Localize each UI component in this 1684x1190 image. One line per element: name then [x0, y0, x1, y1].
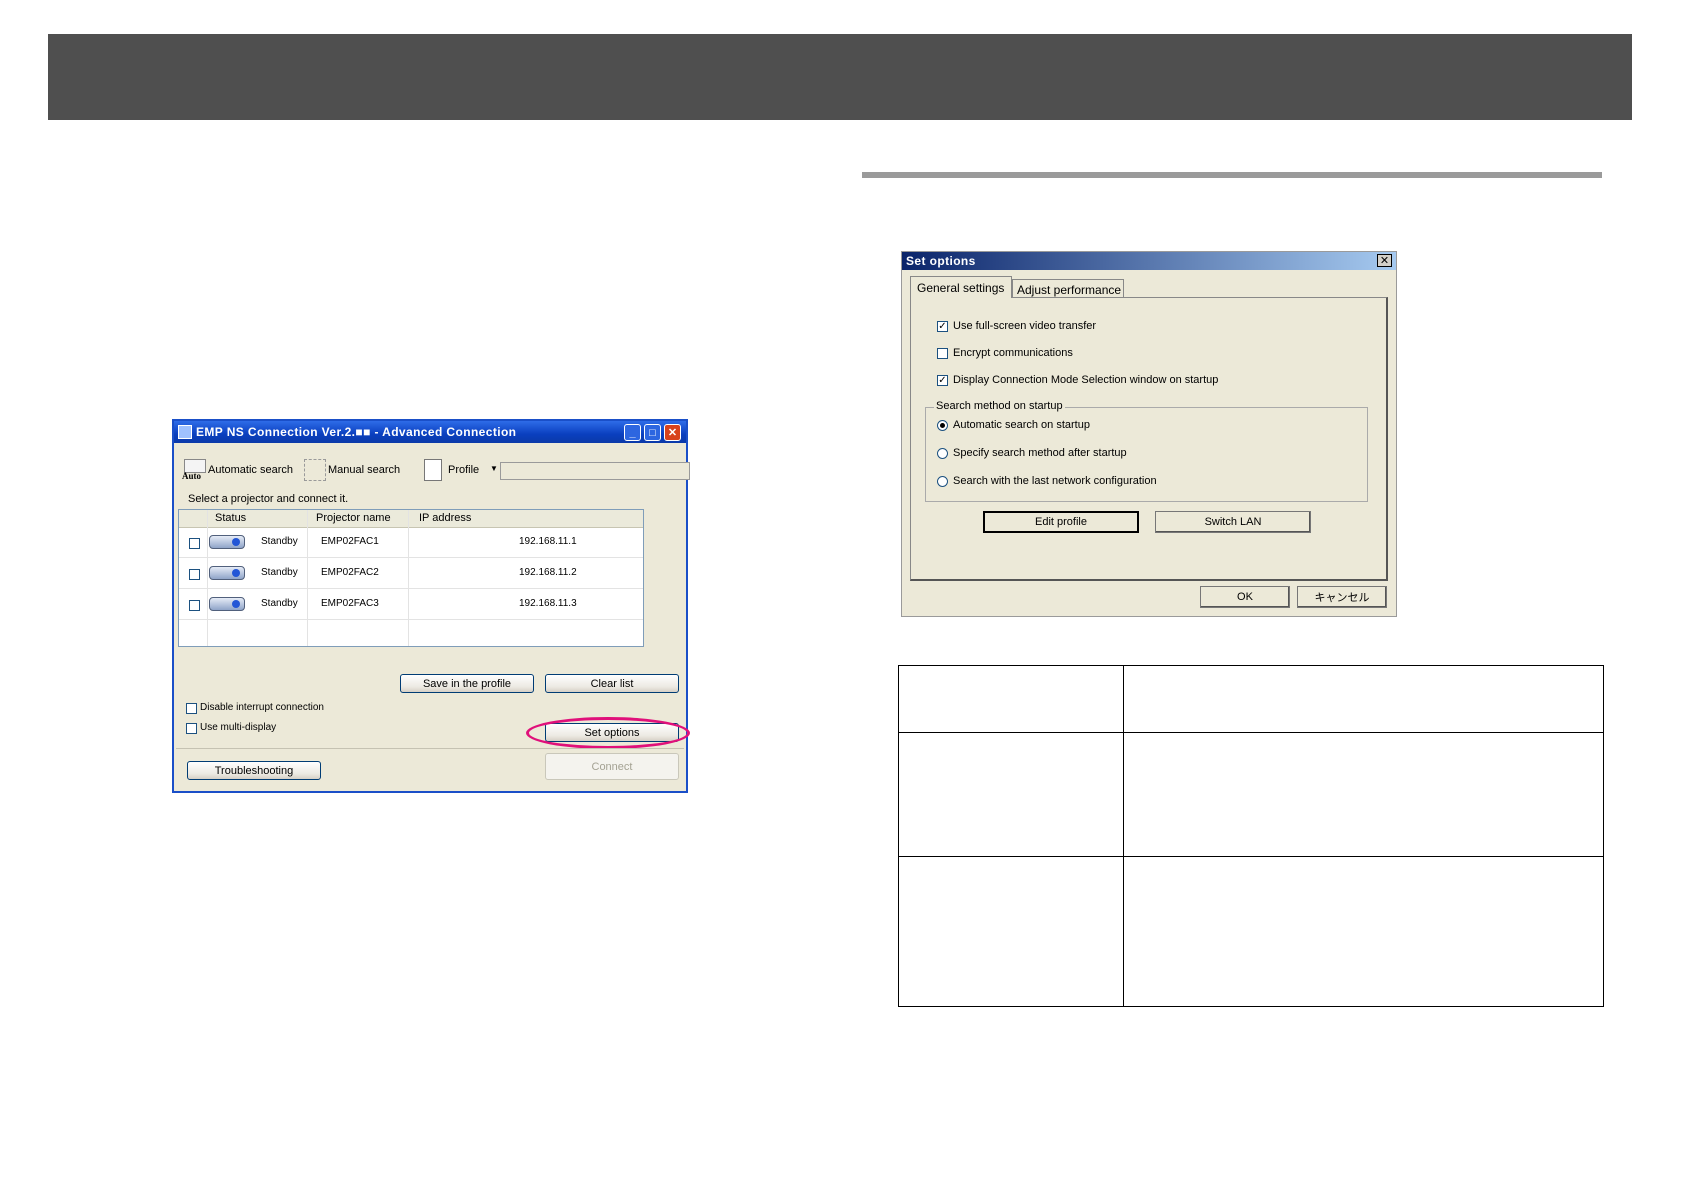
column-projector-name[interactable]: Projector name: [316, 512, 391, 524]
specify-search-radio-label: Specify search method after startup: [953, 447, 1127, 459]
ok-button[interactable]: OK: [1200, 586, 1290, 608]
maximize-button[interactable]: □: [644, 424, 661, 441]
set-options-highlight: [526, 717, 690, 749]
column-ip-address[interactable]: IP address: [419, 512, 471, 524]
table-cell: [1123, 665, 1604, 733]
full-screen-video-label: Use full-screen video transfer: [953, 320, 1097, 332]
app-icon: [178, 425, 192, 439]
manual-search-icon: [304, 459, 326, 481]
use-multi-display-checkbox[interactable]: [186, 723, 197, 734]
connect-button[interactable]: Connect: [545, 753, 679, 780]
close-button[interactable]: ✕: [1377, 254, 1392, 267]
automatic-search-radio-label: Automatic search on startup: [953, 419, 1090, 431]
projector-icon: [209, 566, 245, 580]
toolbar: Auto Automatic search Manual search Prof…: [182, 459, 690, 483]
table-cell: [898, 732, 1124, 857]
display-mode-selection-checkbox[interactable]: ✓: [937, 375, 948, 386]
row-checkbox[interactable]: [189, 600, 200, 611]
tab-adjust-performance-label: Adjust performance: [1017, 283, 1122, 297]
last-network-radio[interactable]: [937, 476, 948, 487]
row-status: Standby: [261, 598, 298, 609]
separator: [176, 748, 684, 749]
projector-icon: [209, 597, 245, 611]
tab-general-settings-label: General settings: [917, 281, 1005, 295]
table-cell: [898, 856, 1124, 1007]
automatic-search-button[interactable]: Auto Automatic search: [182, 459, 298, 483]
save-in-profile-button[interactable]: Save in the profile: [400, 674, 534, 693]
display-mode-selection-label: Display Connection Mode Selection window…: [953, 374, 1219, 386]
column-status[interactable]: Status: [215, 512, 246, 524]
disable-interrupt-label: Disable interrupt connection: [200, 702, 324, 713]
tab-adjust-performance[interactable]: Adjust performance: [1012, 279, 1124, 298]
profile-dropdown[interactable]: Profile ▼: [422, 459, 498, 483]
use-multi-display-label: Use multi-display: [200, 722, 277, 733]
automatic-search-label: Automatic search: [208, 464, 293, 476]
full-screen-video-checkbox[interactable]: ✓: [937, 321, 948, 332]
encrypt-communications-label: Encrypt communications: [953, 347, 1073, 359]
table-cell: [1123, 856, 1604, 1007]
profile-icon: [424, 459, 442, 481]
options-description-table: [898, 665, 1604, 1007]
page-header-bar: [48, 34, 1632, 120]
dialog-title: Set options: [906, 254, 976, 268]
projector-icon: [209, 535, 245, 549]
profile-path-field[interactable]: [500, 462, 690, 480]
clear-list-button[interactable]: Clear list: [545, 674, 679, 693]
title-bar: EMP NS Connection Ver.2.■■ - Advanced Co…: [174, 421, 686, 443]
edit-profile-button[interactable]: Edit profile: [983, 511, 1139, 533]
tab-panel: ✓ Use full-screen video transfer Encrypt…: [910, 297, 1388, 581]
list-header: Status Projector name IP address: [179, 510, 643, 528]
specify-search-radio[interactable]: [937, 448, 948, 459]
title-bar: Set options: [902, 252, 1396, 270]
table-cell: [1123, 732, 1604, 857]
empty-row: [179, 620, 643, 646]
switch-lan-button[interactable]: Switch LAN: [1155, 511, 1311, 533]
table-row[interactable]: Standby EMP02FAC3 192.168.11.3: [179, 589, 643, 620]
automatic-search-radio[interactable]: [937, 420, 948, 431]
tab-general-settings[interactable]: General settings: [910, 276, 1012, 298]
instruction-text: Select a projector and connect it.: [188, 493, 349, 505]
cancel-button[interactable]: キャンセル: [1297, 586, 1387, 608]
manual-search-label: Manual search: [328, 464, 401, 476]
window-title: EMP NS Connection Ver.2.■■ - Advanced Co…: [196, 425, 517, 439]
search-method-group-title: Search method on startup: [934, 400, 1065, 412]
row-status: Standby: [261, 536, 298, 547]
row-projector-name: EMP02FAC1: [321, 536, 379, 547]
set-options-dialog: Set options ✕ General settings Adjust pe…: [901, 251, 1397, 617]
row-ip-address: 192.168.11.1: [519, 536, 577, 547]
encrypt-communications-checkbox[interactable]: [937, 348, 948, 359]
row-ip-address: 192.168.11.3: [519, 598, 577, 609]
row-checkbox[interactable]: [189, 538, 200, 549]
row-projector-name: EMP02FAC2: [321, 567, 379, 578]
advanced-connection-window: EMP NS Connection Ver.2.■■ - Advanced Co…: [172, 419, 690, 793]
table-row[interactable]: Standby EMP02FAC2 192.168.11.2: [179, 558, 643, 589]
section-rule: [862, 172, 1602, 178]
row-projector-name: EMP02FAC3: [321, 598, 379, 609]
projector-list[interactable]: Status Projector name IP address Standby…: [178, 509, 644, 647]
disable-interrupt-checkbox[interactable]: [186, 703, 197, 714]
auto-icon-label: Auto: [182, 471, 202, 481]
manual-search-button[interactable]: Manual search: [302, 459, 408, 483]
search-method-group: Search method on startup Automatic searc…: [925, 400, 1368, 502]
row-checkbox[interactable]: [189, 569, 200, 580]
row-status: Standby: [261, 567, 298, 578]
table-cell: [898, 665, 1124, 733]
row-ip-address: 192.168.11.2: [519, 567, 577, 578]
profile-label: Profile: [448, 464, 480, 476]
table-row[interactable]: Standby EMP02FAC1 192.168.11.1: [179, 527, 643, 558]
close-button[interactable]: ✕: [664, 424, 681, 441]
minimize-button[interactable]: _: [624, 424, 641, 441]
last-network-radio-label: Search with the last network configurati…: [953, 475, 1157, 487]
chevron-down-icon: ▼: [490, 464, 498, 473]
troubleshooting-button[interactable]: Troubleshooting: [187, 761, 321, 780]
